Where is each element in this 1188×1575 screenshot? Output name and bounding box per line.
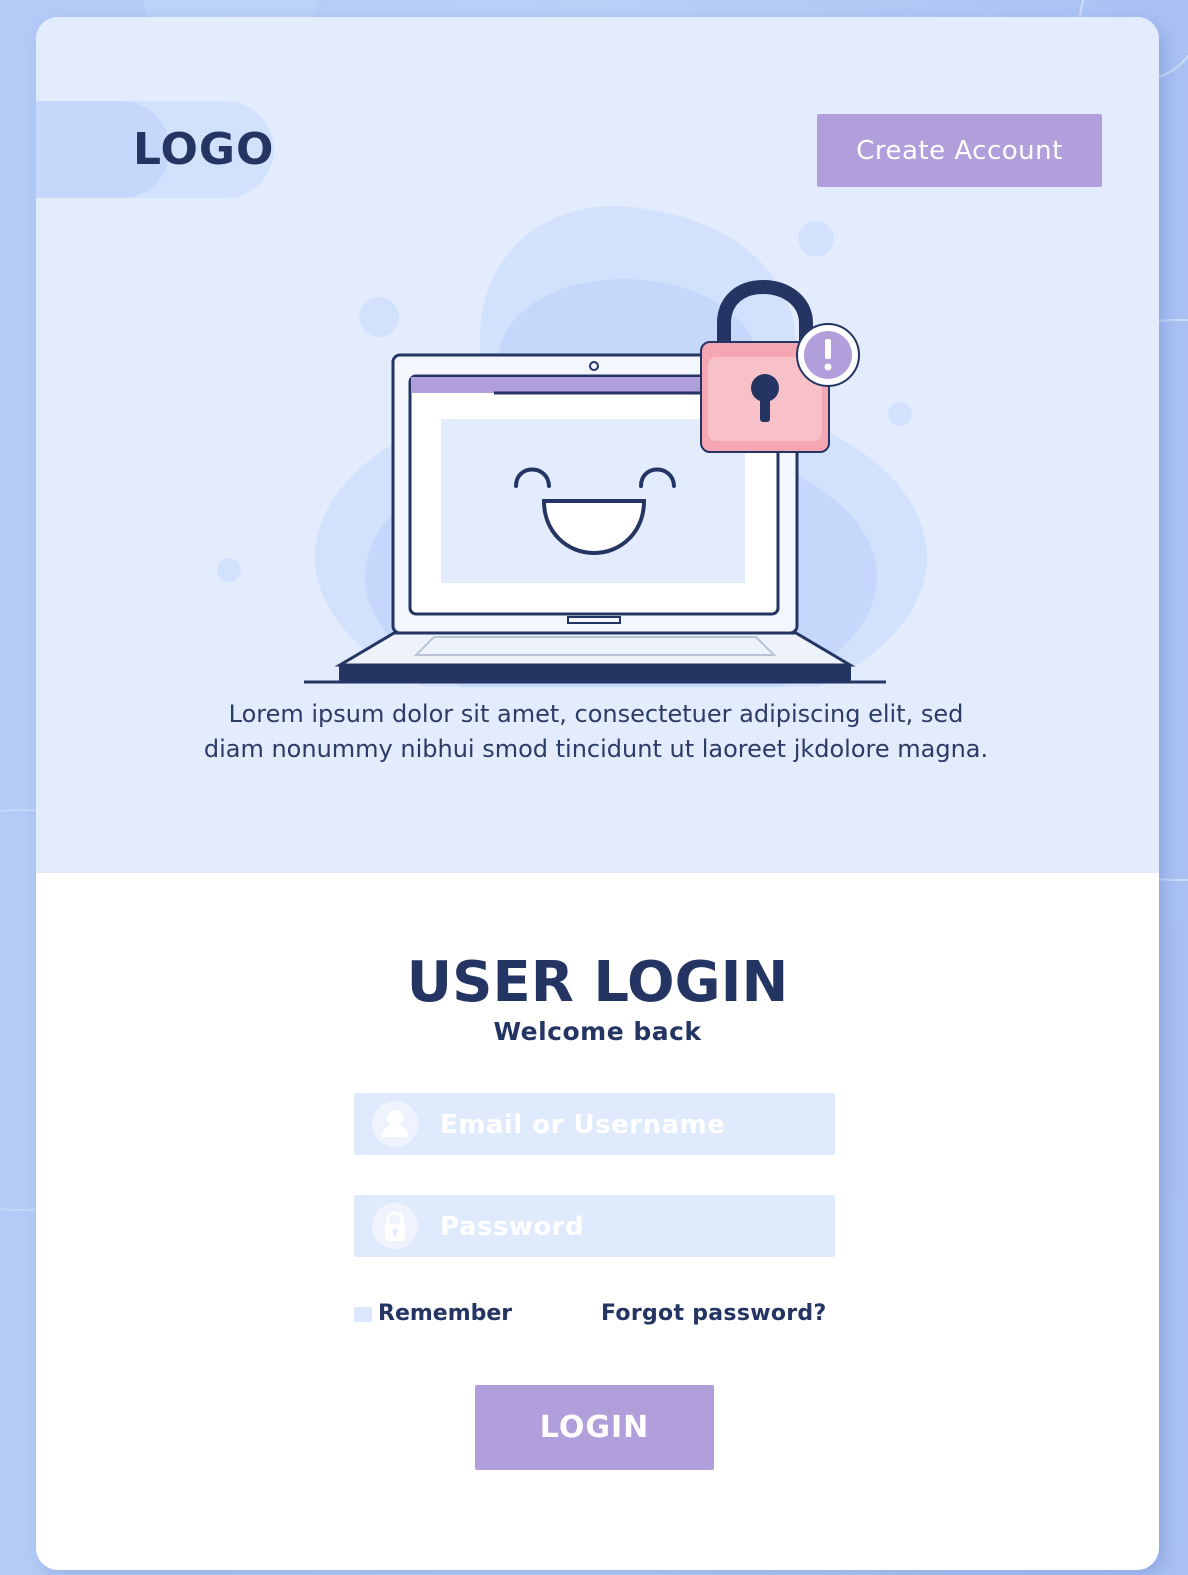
remember-checkbox[interactable] <box>354 1307 372 1322</box>
password-input[interactable] <box>438 1195 822 1259</box>
hero-section: LOGO Create Account Lorem ipsum dolor si… <box>36 17 1159 873</box>
logo[interactable]: LOGO <box>133 125 274 175</box>
create-account-button[interactable]: Create Account <box>817 114 1102 187</box>
email-input[interactable] <box>438 1093 822 1157</box>
user-icon <box>372 1101 418 1147</box>
welcome-subtitle: Welcome back <box>493 1017 702 1046</box>
login-button[interactable]: LOGIN <box>475 1385 714 1470</box>
login-title: USER LOGIN <box>406 950 789 1015</box>
password-field[interactable] <box>354 1195 835 1259</box>
login-card: LOGO Create Account Lorem ipsum dolor si… <box>36 17 1159 1570</box>
forgot-password-link[interactable]: Forgot password? <box>601 1300 827 1328</box>
remember-label[interactable]: Remember <box>378 1300 512 1328</box>
laptop-illustration <box>217 205 927 687</box>
hero-description: Lorem ipsum dolor sit amet, consectetuer… <box>203 700 989 763</box>
lock-icon <box>372 1203 418 1249</box>
email-field[interactable] <box>354 1093 835 1157</box>
